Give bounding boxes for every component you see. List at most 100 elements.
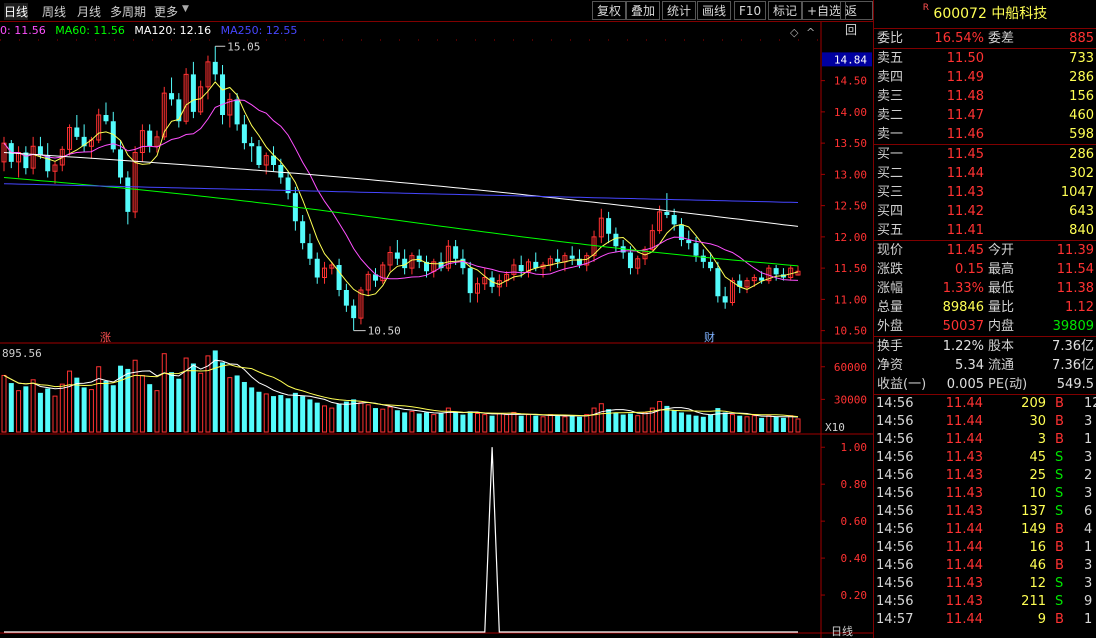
volume-bar (460, 414, 466, 432)
volume-bar (373, 408, 379, 432)
volume-value-label: 895.56 (2, 347, 42, 360)
quote-label: 最高 (988, 262, 1015, 277)
buy-order-row: 买五 11.41 840 (874, 221, 1096, 240)
tick-volume: 46 (1029, 558, 1046, 573)
price-axis-label: 11.00 (834, 293, 867, 306)
tick-count: 2 (1084, 468, 1093, 483)
quote-label: 现价 (877, 243, 904, 258)
sell-order-label: 卖五 (877, 51, 904, 66)
candle-body (569, 255, 575, 259)
candle-body (394, 252, 400, 259)
candle-body (147, 130, 153, 147)
candle-body (314, 258, 320, 278)
candle-body (686, 240, 692, 244)
candle-body (125, 177, 131, 212)
volume-bar (795, 418, 801, 433)
tick-time: 14:56 (876, 450, 914, 465)
tick-price: 11.43 (945, 594, 983, 609)
tick-list[interactable]: 14:5611.44209B1214:5611.4430B314:5611.44… (874, 395, 1096, 629)
price-axis-label: 12.00 (834, 231, 867, 244)
tick-side: B (1055, 612, 1064, 627)
fundamental-label: PE(动) (988, 377, 1028, 392)
fundamental-row: 净资 5.34 流通 7.36亿 (874, 356, 1096, 375)
quote-value: 0.15 (955, 262, 984, 277)
fundamental-value: 549.5 (1056, 377, 1094, 392)
fundamental-value: 5.34 (955, 358, 984, 373)
volume-bar (30, 379, 36, 433)
candle-body (300, 221, 306, 244)
tick-count: 4 (1084, 522, 1093, 537)
volume-bar (278, 395, 284, 432)
volume-bar (700, 416, 706, 432)
tick-count: 3 (1084, 414, 1093, 429)
buy-order-price: 11.45 (946, 147, 984, 162)
buy-order-label: 买三 (877, 185, 904, 200)
tick-count: 3 (1084, 558, 1093, 573)
zhang-marker: 涨 (100, 331, 111, 344)
tick-row: 14:56 11.44 30 B 3 (874, 413, 1096, 431)
quote-label: 今开 (988, 243, 1015, 258)
tick-count: 6 (1084, 504, 1093, 519)
tick-volume: 3 (1037, 432, 1046, 447)
tick-price: 11.43 (945, 450, 983, 465)
tick-time: 14:56 (876, 522, 914, 537)
tick-row: 14:56 11.43 25 S 2 (874, 467, 1096, 485)
volume-bar (489, 415, 495, 432)
volume-bar (642, 411, 648, 433)
volume-bar (263, 393, 269, 433)
tick-row: 14:57 11.44 9 B 1 (874, 611, 1096, 629)
candle-body (169, 93, 175, 100)
tick-volume: 10 (1029, 486, 1046, 501)
volume-bar (576, 416, 582, 432)
volume-bar (671, 410, 677, 432)
volume-bar (533, 415, 539, 432)
volume-bar (547, 414, 553, 433)
tick-side: S (1055, 486, 1064, 501)
sell-order-label: 卖一 (877, 127, 904, 142)
weicha-value: 885 (1069, 31, 1094, 46)
tick-price: 11.44 (945, 522, 983, 537)
fundamental-value: 7.36亿 (1052, 358, 1094, 373)
volume-bar (52, 395, 58, 433)
volume-bar (322, 405, 328, 433)
candle-body (118, 149, 124, 178)
tick-price: 11.44 (945, 612, 983, 627)
volume-bar (220, 362, 226, 432)
candle-body (606, 218, 612, 234)
candle-body (23, 152, 29, 169)
tick-price: 11.44 (945, 432, 983, 447)
volume-bar (227, 377, 233, 433)
tick-count: 3 (1084, 486, 1093, 501)
candle-body (351, 305, 357, 319)
indicator-axis-label: 1.00 (841, 441, 868, 454)
volume-bar (67, 370, 73, 433)
volume-bar (88, 389, 94, 433)
fundamentals-block: 换手 1.22% 股本 7.36亿 净资 5.34 流通 7.36亿 收益(一) 0.005 PE(… (874, 337, 1096, 395)
sell-order-volume: 460 (1069, 108, 1094, 123)
candle-body (518, 265, 524, 272)
volume-bar (766, 415, 772, 433)
quote-label: 最低 (988, 281, 1015, 296)
volume-bar (416, 413, 422, 432)
quote-value: 1.33% (942, 281, 984, 296)
volume-bar (271, 396, 277, 432)
tick-price: 11.43 (945, 468, 983, 483)
kline-chart-area[interactable]: 日线 周线 月线 多周期 更多 ▼ 复权 叠加 统计 画线 F10 标记 +自选… (0, 0, 873, 638)
volume-bar (562, 416, 568, 433)
volume-bar (744, 416, 750, 433)
tick-time: 14:56 (876, 558, 914, 573)
tick-price: 11.43 (945, 576, 983, 591)
candle-body (453, 246, 459, 259)
candle-body (555, 258, 561, 262)
buy-order-row: 买三 11.43 1047 (874, 183, 1096, 202)
quote-row: 外盘 50037 内盘 39809 (874, 317, 1096, 336)
volume-bar (751, 415, 757, 433)
candle-body (627, 252, 633, 269)
tick-count: 9 (1084, 594, 1093, 609)
sell-orders: 卖五 11.50 733 卖四 11.49 286 卖三 11.48 156 卖二 11.47 460… (874, 49, 1096, 145)
sell-order-row: 卖三 11.48 156 (874, 87, 1096, 106)
tick-volume: 45 (1029, 450, 1046, 465)
volume-bar (555, 415, 561, 432)
tick-row: 14:56 11.43 10 S 3 (874, 485, 1096, 503)
tick-time: 14:56 (876, 432, 914, 447)
